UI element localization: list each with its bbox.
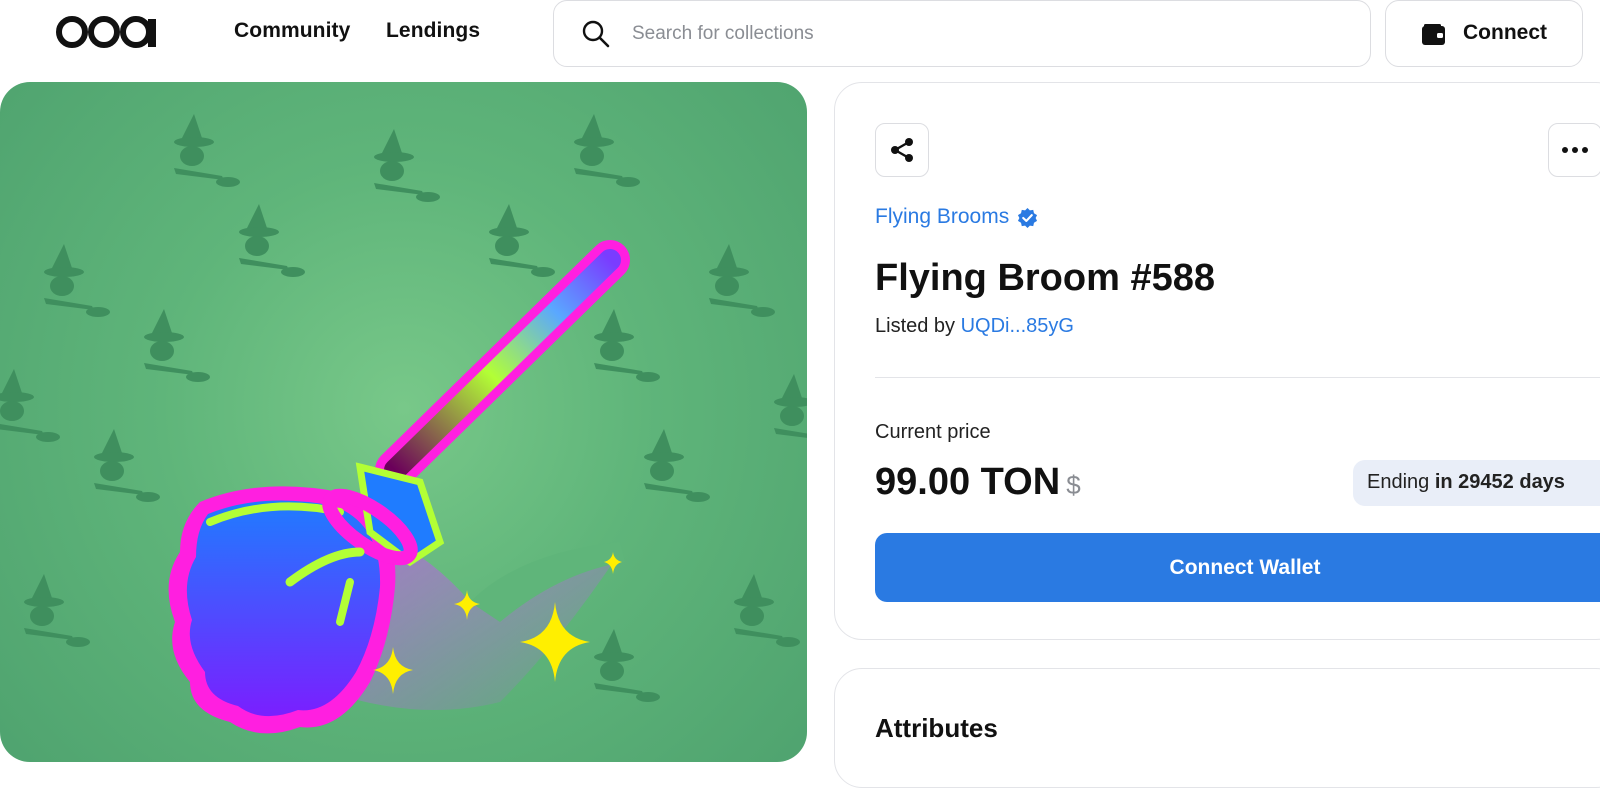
- search-icon: [582, 20, 610, 48]
- search-bar[interactable]: [553, 0, 1371, 67]
- nft-title: Flying Broom #588: [875, 257, 1215, 299]
- flying-broom-artwork: [0, 114, 807, 734]
- attributes-title: Attributes: [875, 713, 998, 743]
- usd-toggle[interactable]: $: [1066, 470, 1080, 500]
- price-amount: 99.00 TON: [875, 461, 1061, 503]
- top-header: Community Lendings Connect: [0, 0, 1600, 80]
- share-icon: [891, 138, 913, 162]
- attributes-card: Attributes: [834, 668, 1600, 788]
- owner-address-link[interactable]: UQDi...85yG: [961, 315, 1074, 337]
- divider: [875, 377, 1600, 378]
- listed-by: Listed by UQDi...85yG: [875, 315, 1074, 338]
- price-value: 99.00 TON $: [875, 461, 1081, 504]
- wallet-icon: [1422, 24, 1445, 45]
- ending-badge: Ending in 29452 days: [1353, 460, 1600, 506]
- listed-by-prefix: Listed by: [875, 315, 961, 337]
- search-input[interactable]: [632, 19, 1332, 49]
- price-label: Current price: [875, 421, 991, 443]
- more-options-button[interactable]: [1548, 123, 1600, 177]
- nft-detail-card: Flying Brooms Flying Broom #588 Listed b…: [834, 82, 1600, 640]
- connect-label: Connect: [1463, 21, 1547, 44]
- nft-image[interactable]: [0, 82, 807, 762]
- collection-name: Flying Brooms: [875, 205, 1010, 228]
- more-icon: [1562, 147, 1588, 153]
- ending-value: in 29452 days: [1434, 471, 1565, 493]
- ending-prefix: Ending: [1367, 471, 1435, 493]
- oaa-logo[interactable]: [54, 12, 164, 52]
- connect-button[interactable]: Connect: [1385, 0, 1583, 67]
- collection-link[interactable]: Flying Brooms: [875, 205, 1038, 229]
- nav-lendings-link[interactable]: Lendings: [386, 19, 480, 43]
- nav-community-link[interactable]: Community: [234, 19, 350, 43]
- share-button[interactable]: [875, 123, 929, 177]
- verified-icon: [1018, 207, 1038, 228]
- connect-wallet-button[interactable]: Connect Wallet: [875, 533, 1600, 602]
